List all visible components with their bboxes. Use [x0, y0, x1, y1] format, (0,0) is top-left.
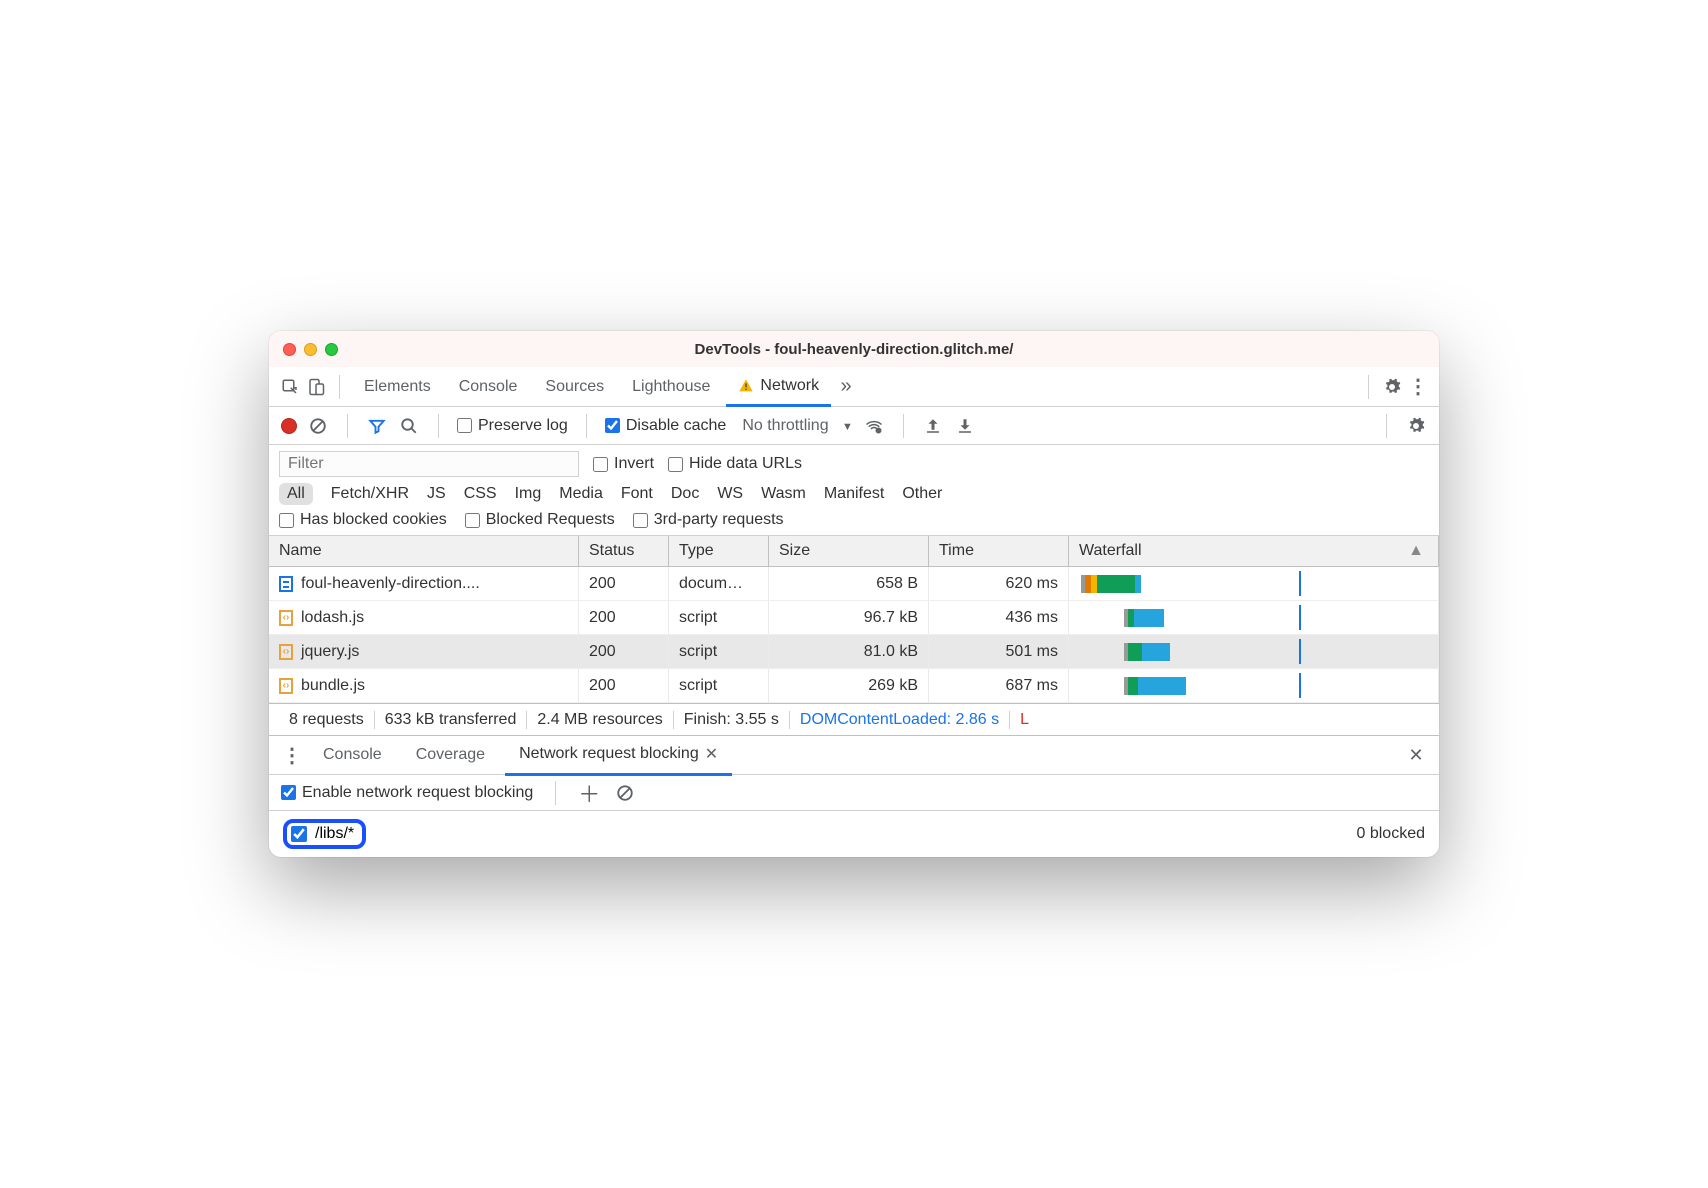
main-toolbar: Elements Console Sources Lighthouse Netw… — [269, 367, 1439, 407]
sort-indicator-icon: ▲ — [1408, 542, 1424, 560]
waterfall-cell — [1069, 601, 1439, 634]
add-pattern-icon[interactable]: ＋ — [578, 782, 600, 804]
drawer-tab-network-blocking[interactable]: Network request blocking ✕ — [505, 736, 732, 776]
blocking-pattern-entry[interactable]: /libs/* — [283, 819, 366, 849]
has-blocked-cookies-checkbox[interactable]: Has blocked cookies — [279, 511, 447, 529]
summary-bar: 8 requests 633 kB transferred 2.4 MB res… — [269, 703, 1439, 735]
clear-icon[interactable] — [307, 415, 329, 437]
minimize-window-button[interactable] — [304, 343, 317, 356]
waterfall-cell — [1069, 669, 1439, 702]
filter-type-media[interactable]: Media — [559, 485, 603, 503]
network-table: Name Status Type Size Time Waterfall ▲ f… — [269, 536, 1439, 703]
filter-input[interactable] — [279, 451, 579, 477]
summary-requests: 8 requests — [279, 711, 375, 729]
tab-lighthouse[interactable]: Lighthouse — [620, 367, 722, 407]
drawer-tab-coverage[interactable]: Coverage — [402, 735, 499, 775]
filter-type-js[interactable]: JS — [427, 485, 446, 503]
network-conditions-icon[interactable] — [863, 415, 885, 437]
network-toolbar: Preserve log Disable cache No throttling… — [269, 407, 1439, 445]
tab-network[interactable]: Network — [726, 367, 831, 407]
pattern-checkbox[interactable] — [291, 826, 307, 842]
settings-icon[interactable] — [1381, 376, 1403, 398]
more-tabs-icon[interactable]: » — [835, 376, 857, 398]
search-icon[interactable] — [398, 415, 420, 437]
col-name[interactable]: Name — [269, 536, 579, 566]
tab-elements[interactable]: Elements — [352, 367, 443, 407]
filter-type-css[interactable]: CSS — [464, 485, 497, 503]
summary-finish: Finish: 3.55 s — [674, 711, 790, 729]
waterfall-cell — [1069, 635, 1439, 668]
close-tab-icon[interactable]: ✕ — [705, 744, 718, 764]
tab-sources[interactable]: Sources — [533, 367, 616, 407]
device-toggle-icon[interactable] — [305, 376, 327, 398]
filter-type-doc[interactable]: Doc — [671, 485, 699, 503]
hide-data-urls-checkbox[interactable]: Hide data URLs — [668, 455, 802, 473]
network-settings-icon[interactable] — [1405, 415, 1427, 437]
titlebar: DevTools - foul-heavenly-direction.glitc… — [269, 331, 1439, 367]
filter-icon[interactable] — [366, 415, 388, 437]
filter-type-manifest[interactable]: Manifest — [824, 485, 884, 503]
col-waterfall[interactable]: Waterfall ▲ — [1069, 536, 1439, 566]
table-row[interactable]: lodash.js 200 script 96.7 kB 436 ms — [269, 601, 1439, 635]
document-icon — [279, 576, 293, 592]
chevron-down-icon: ▼ — [842, 421, 853, 433]
disable-cache-checkbox[interactable]: Disable cache — [605, 417, 727, 435]
filter-type-font[interactable]: Font — [621, 485, 653, 503]
filter-type-other[interactable]: Other — [902, 485, 942, 503]
table-header: Name Status Type Size Time Waterfall ▲ — [269, 536, 1439, 567]
drawer-menu-icon[interactable]: ⋮ — [281, 744, 303, 766]
filter-type-ws[interactable]: WS — [717, 485, 743, 503]
summary-transferred: 633 kB transferred — [375, 711, 528, 729]
col-status[interactable]: Status — [579, 536, 669, 566]
summary-resources: 2.4 MB resources — [527, 711, 673, 729]
pattern-text: /libs/* — [315, 825, 354, 843]
traffic-lights — [283, 343, 338, 356]
tab-console[interactable]: Console — [447, 367, 530, 407]
col-type[interactable]: Type — [669, 536, 769, 566]
blocked-count: 0 blocked — [1357, 825, 1426, 843]
summary-dcl: DOMContentLoaded: 2.86 s — [790, 711, 1010, 729]
remove-all-icon[interactable] — [614, 782, 636, 804]
warning-icon — [738, 378, 754, 394]
filter-bar: Invert Hide data URLs All Fetch/XHR JS C… — [269, 445, 1439, 536]
record-button[interactable] — [281, 418, 297, 434]
table-row[interactable]: foul-heavenly-direction.... 200 docum… 6… — [269, 567, 1439, 601]
blocking-toolbar: Enable network request blocking ＋ — [269, 775, 1439, 811]
script-icon — [279, 678, 293, 694]
drawer-tab-console[interactable]: Console — [309, 735, 396, 775]
throttling-select[interactable]: No throttling ▼ — [742, 417, 853, 435]
blocking-list: /libs/* 0 blocked — [269, 811, 1439, 857]
enable-blocking-checkbox[interactable]: Enable network request blocking — [281, 784, 533, 802]
filter-type-all[interactable]: All — [279, 483, 313, 505]
table-row[interactable]: jquery.js 200 script 81.0 kB 501 ms — [269, 635, 1439, 669]
col-time[interactable]: Time — [929, 536, 1069, 566]
preserve-log-checkbox[interactable]: Preserve log — [457, 417, 568, 435]
download-har-icon[interactable] — [954, 415, 976, 437]
col-size[interactable]: Size — [769, 536, 929, 566]
devtools-window: DevTools - foul-heavenly-direction.glitc… — [269, 331, 1439, 857]
drawer-tabs: ⋮ Console Coverage Network request block… — [269, 735, 1439, 775]
filter-type-fetchxhr[interactable]: Fetch/XHR — [331, 485, 409, 503]
close-drawer-icon[interactable]: ✕ — [1405, 744, 1427, 766]
summary-load: L — [1010, 711, 1039, 729]
table-row[interactable]: bundle.js 200 script 269 kB 687 ms — [269, 669, 1439, 703]
script-icon — [279, 610, 293, 626]
type-filter-row: All Fetch/XHR JS CSS Img Media Font Doc … — [279, 483, 1429, 505]
inspect-element-icon[interactable] — [279, 376, 301, 398]
filter-type-img[interactable]: Img — [515, 485, 542, 503]
invert-checkbox[interactable]: Invert — [593, 455, 654, 473]
kebab-menu-icon[interactable]: ⋮ — [1407, 376, 1429, 398]
window-title: DevTools - foul-heavenly-direction.glitc… — [695, 341, 1014, 358]
script-icon — [279, 644, 293, 660]
third-party-checkbox[interactable]: 3rd-party requests — [633, 511, 784, 529]
maximize-window-button[interactable] — [325, 343, 338, 356]
upload-har-icon[interactable] — [922, 415, 944, 437]
waterfall-cell — [1069, 567, 1439, 600]
filter-type-wasm[interactable]: Wasm — [761, 485, 806, 503]
close-window-button[interactable] — [283, 343, 296, 356]
blocked-requests-checkbox[interactable]: Blocked Requests — [465, 511, 615, 529]
